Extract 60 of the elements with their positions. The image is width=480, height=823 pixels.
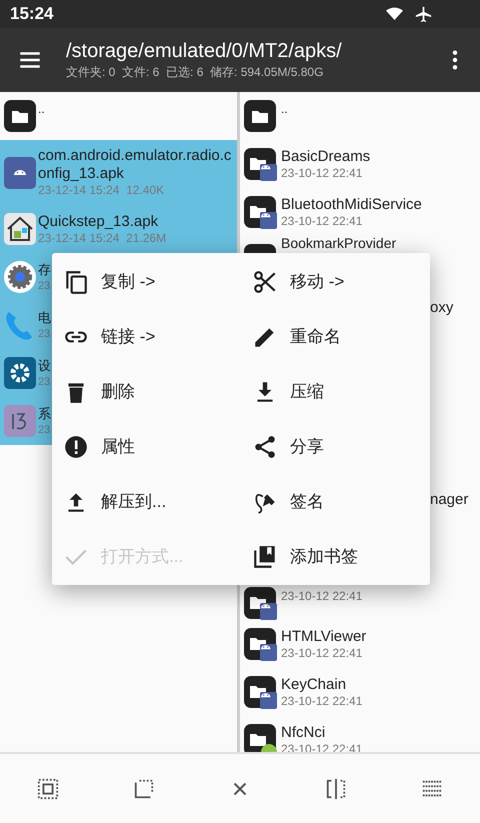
file-name: BasicDreams bbox=[281, 148, 370, 166]
file-meta: 23-10-12 22:41 bbox=[281, 214, 364, 228]
file-name: 电 bbox=[38, 308, 51, 326]
number-app-icon bbox=[3, 404, 37, 438]
airplane-icon bbox=[415, 6, 432, 22]
file-meta: 23-10-12 22:41 bbox=[281, 588, 362, 604]
file-meta: 23-10-12 22:41 bbox=[281, 166, 364, 180]
settings-app-icon bbox=[3, 356, 37, 390]
menu-item[interactable]: 属性 bbox=[52, 419, 241, 474]
exclamation-icon bbox=[63, 434, 89, 460]
selected-file-row[interactable]: com.android.emulator.radio.config_13.apk 23-12-14 15:24 12.40K bbox=[0, 140, 237, 205]
folder-icon bbox=[243, 99, 277, 133]
file-row[interactable]: .. bbox=[0, 92, 237, 140]
menu-item[interactable]: 压缩 bbox=[241, 364, 430, 419]
file-meta: 23 bbox=[38, 374, 51, 390]
wifi-icon bbox=[386, 7, 403, 21]
file-name: 系 bbox=[38, 404, 51, 422]
file-meta: 23 bbox=[38, 278, 51, 294]
bookmark-icon bbox=[252, 544, 278, 570]
select-all-icon[interactable] bbox=[37, 778, 59, 800]
file-name: oxy bbox=[430, 298, 454, 318]
menu-item[interactable]: 链接 -> bbox=[52, 309, 241, 364]
more-icon[interactable] bbox=[452, 49, 458, 71]
file-meta: 23-10-12 22:41 bbox=[281, 646, 364, 660]
folder-path: /storage/emulated/0/MT2/apks/ bbox=[66, 39, 343, 63]
menu-item[interactable]: 解压到... bbox=[52, 474, 241, 529]
status-time: 15:24 bbox=[10, 3, 54, 26]
menu-item[interactable]: 分享 bbox=[241, 419, 430, 474]
file-meta: 23 bbox=[38, 422, 51, 438]
folder-summary: 文件夹: 0 文件: 6 已选: 6 储存: 594.05M/5.80G bbox=[66, 64, 324, 81]
file-meta: 23-10-12 22:41 bbox=[281, 694, 362, 708]
menu-item[interactable]: 添加书签 bbox=[241, 529, 430, 584]
file-meta: 23-12-14 15:24 21.26M bbox=[38, 230, 166, 246]
file-name: KeyChain bbox=[281, 676, 348, 694]
file-meta: 23 bbox=[38, 326, 51, 342]
menu-item[interactable]: 移动 -> bbox=[241, 254, 430, 309]
selected-file-row[interactable]: Quickstep_13.apk 23-12-14 15:24 21.26M bbox=[0, 205, 237, 253]
file-name: nager bbox=[430, 490, 468, 510]
file-meta: 23-12-14 15:24 12.40K bbox=[38, 183, 166, 198]
house-app-icon bbox=[3, 212, 37, 246]
menu-item[interactable]: 删除 bbox=[52, 364, 241, 419]
file-name: 设 bbox=[38, 356, 51, 374]
file-name: BookmarkProvider bbox=[281, 236, 396, 251]
file-name: 存 bbox=[38, 260, 51, 278]
folder-icon bbox=[3, 99, 37, 133]
menu-item[interactable]: 复制 -> bbox=[52, 254, 241, 309]
scissors-icon bbox=[252, 268, 278, 294]
menu-item[interactable]: 重命名 bbox=[241, 309, 430, 364]
gear-app-icon bbox=[3, 260, 37, 294]
file-name: .. bbox=[281, 101, 288, 118]
split-icon[interactable] bbox=[325, 778, 347, 800]
menu-item[interactable]: 签名 bbox=[241, 474, 430, 529]
file-name: com.android.emulator.radio.config_13.apk bbox=[38, 147, 232, 183]
file-name: .. bbox=[38, 101, 45, 118]
select-range-icon[interactable] bbox=[133, 778, 155, 800]
file-name: Quickstep_13.apk bbox=[38, 212, 160, 230]
file-name: NfcNci bbox=[281, 724, 326, 742]
android-app-icon bbox=[3, 156, 37, 190]
file-name: HTMLViewer bbox=[281, 628, 366, 646]
file-name: BluetoothMidiService bbox=[281, 196, 422, 214]
